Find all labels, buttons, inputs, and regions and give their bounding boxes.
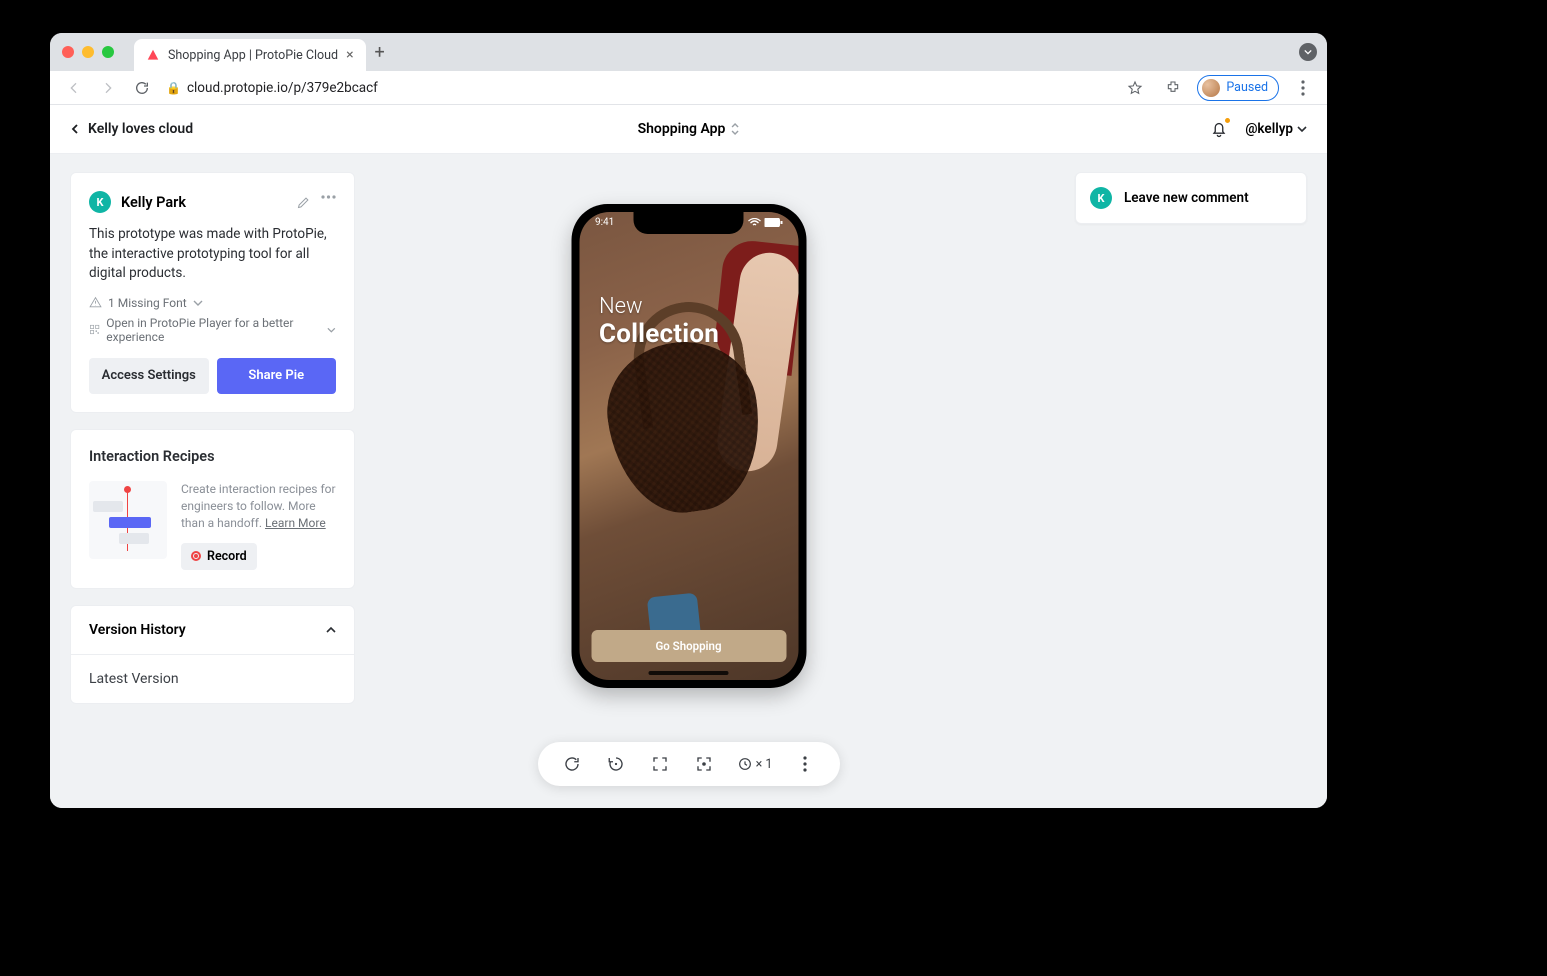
- record-label: Record: [207, 549, 247, 564]
- chevron-left-icon: [70, 124, 80, 134]
- url-text: cloud.protopie.io/p/379e2bcacf: [187, 80, 378, 96]
- status-time: 9:41: [595, 217, 614, 228]
- browser-address-bar: 🔒 cloud.protopie.io/p/379e2bcacf Paused: [50, 71, 1327, 105]
- ellipsis-icon: [321, 195, 336, 199]
- chevron-down-icon: [1297, 124, 1307, 134]
- owner-name: Kelly Park: [121, 194, 186, 211]
- bookmark-star-button[interactable]: [1121, 74, 1149, 102]
- new-comment-label: Leave new comment: [1124, 190, 1249, 206]
- rotate-button[interactable]: [605, 753, 627, 775]
- chevron-down-icon: [1304, 48, 1312, 56]
- browser-titlebar: Shopping App | ProtoPie Cloud × +: [50, 33, 1327, 71]
- version-history-card: Version History Latest Version: [70, 605, 355, 704]
- url-field[interactable]: 🔒 cloud.protopie.io/p/379e2bcacf: [162, 80, 1115, 96]
- pencil-icon: [296, 195, 311, 210]
- close-tab-button[interactable]: ×: [346, 47, 353, 63]
- back-label: Kelly loves cloud: [88, 121, 193, 137]
- project-title-text: Shopping App: [638, 121, 726, 137]
- chevron-down-icon: [193, 298, 203, 308]
- rotate-icon: [607, 755, 625, 773]
- recipes-illustration: [89, 481, 167, 559]
- protopie-favicon-icon: [146, 48, 160, 62]
- recipes-title: Interaction Recipes: [89, 448, 336, 465]
- access-settings-button[interactable]: Access Settings: [89, 358, 209, 394]
- device-frame: 9:41 New Collection Go Shopping: [571, 204, 806, 688]
- new-tab-button[interactable]: +: [366, 42, 394, 63]
- speed-label: × 1: [756, 757, 773, 772]
- toolbar-more-button[interactable]: [794, 753, 816, 775]
- restart-icon: [563, 755, 581, 773]
- tab-title: Shopping App | ProtoPie Cloud: [168, 48, 338, 63]
- home-indicator: [649, 671, 729, 675]
- learn-more-link[interactable]: Learn More: [265, 516, 326, 530]
- minimize-window-button[interactable]: [82, 46, 94, 58]
- version-history-title: Version History: [89, 622, 186, 638]
- traffic-lights: [62, 46, 114, 58]
- notifications-button[interactable]: [1209, 119, 1229, 139]
- version-latest-label: Latest Version: [89, 671, 179, 687]
- warning-icon: [89, 296, 102, 309]
- sort-icon: [731, 123, 739, 135]
- profile-paused-pill[interactable]: Paused: [1197, 75, 1279, 101]
- owner-avatar: K: [89, 191, 111, 213]
- prototype-preview[interactable]: 9:41 New Collection Go Shopping: [571, 204, 806, 688]
- player-hint-row[interactable]: Open in ProtoPie Player for a better exp…: [89, 316, 336, 344]
- paused-label: Paused: [1226, 80, 1268, 95]
- notification-badge: [1224, 117, 1231, 124]
- device-notch: [634, 212, 744, 234]
- hero-text: New Collection: [599, 294, 719, 349]
- app-body: K Kelly Park This prototype was made wit…: [50, 154, 1327, 808]
- playback-speed-button[interactable]: × 1: [737, 756, 773, 772]
- version-history-toggle[interactable]: Version History: [71, 606, 354, 655]
- record-button[interactable]: Record: [181, 543, 257, 570]
- browser-tab[interactable]: Shopping App | ProtoPie Cloud ×: [134, 39, 366, 71]
- more-button[interactable]: [321, 195, 336, 210]
- touch-hint-button[interactable]: [693, 753, 715, 775]
- left-panel: K Kelly Park This prototype was made wit…: [70, 172, 355, 704]
- reload-button[interactable]: [128, 74, 156, 102]
- share-pie-button[interactable]: Share Pie: [217, 358, 337, 394]
- qr-icon: [89, 323, 100, 336]
- prototype-description: This prototype was made with ProtoPie, t…: [89, 225, 336, 284]
- project-title[interactable]: Shopping App: [638, 121, 740, 137]
- browser-menu-button[interactable]: [1289, 74, 1317, 102]
- tab-search-button[interactable]: [1299, 43, 1317, 61]
- fullscreen-button[interactable]: [649, 753, 671, 775]
- recipes-description: Create interaction recipes for engineers…: [181, 481, 336, 533]
- interaction-recipes-card: Interaction Recipes Create interaction r…: [70, 429, 355, 589]
- ellipsis-vertical-icon: [803, 756, 807, 772]
- browser-window: Shopping App | ProtoPie Cloud × + 🔒 cloud…: [50, 33, 1327, 808]
- back-nav-button[interactable]: [60, 74, 88, 102]
- touch-icon: [695, 755, 713, 773]
- go-shopping-button[interactable]: Go Shopping: [591, 630, 786, 662]
- back-to-space-button[interactable]: Kelly loves cloud: [70, 121, 193, 137]
- player-hint-text: Open in ProtoPie Player for a better exp…: [106, 316, 321, 344]
- user-menu-button[interactable]: @kellyp: [1245, 121, 1307, 137]
- new-comment-card[interactable]: K Leave new comment: [1075, 172, 1307, 224]
- forward-nav-button[interactable]: [94, 74, 122, 102]
- extensions-button[interactable]: [1159, 74, 1187, 102]
- version-latest-row[interactable]: Latest Version: [71, 655, 354, 703]
- info-card: K Kelly Park This prototype was made wit…: [70, 172, 355, 413]
- username-text: @kellyp: [1245, 121, 1293, 137]
- profile-avatar-icon: [1202, 79, 1220, 97]
- fullscreen-icon: [651, 755, 669, 773]
- record-icon: [191, 551, 201, 561]
- prototype-screen: 9:41 New Collection Go Shopping: [579, 212, 798, 680]
- lock-icon: 🔒: [166, 81, 181, 95]
- preview-toolbar: × 1: [538, 742, 840, 786]
- missing-font-text: 1 Missing Font: [108, 296, 187, 310]
- maximize-window-button[interactable]: [102, 46, 114, 58]
- chevron-up-icon: [326, 625, 336, 635]
- comment-avatar: K: [1090, 187, 1112, 209]
- chevron-down-icon: [327, 325, 336, 335]
- app-header: Kelly loves cloud Shopping App @kellyp: [50, 105, 1327, 154]
- battery-icon: [764, 218, 782, 227]
- close-window-button[interactable]: [62, 46, 74, 58]
- restart-button[interactable]: [561, 753, 583, 775]
- wifi-icon: [747, 218, 761, 227]
- clock-icon: [737, 756, 753, 772]
- edit-button[interactable]: [296, 195, 311, 210]
- missing-font-row[interactable]: 1 Missing Font: [89, 296, 336, 310]
